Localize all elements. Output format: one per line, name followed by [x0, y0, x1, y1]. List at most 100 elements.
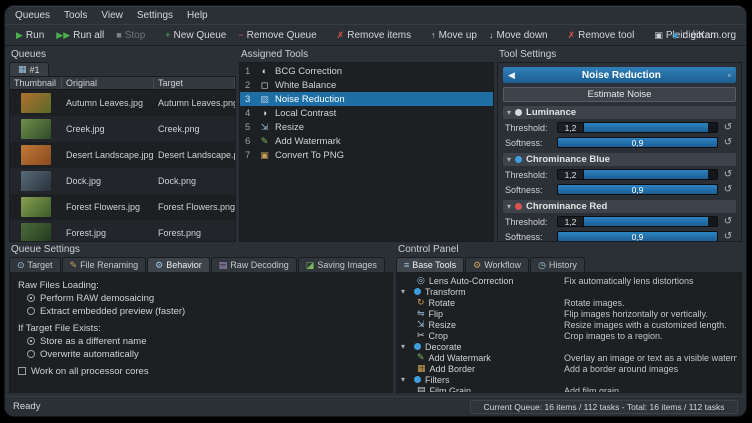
- queue-tab-1[interactable]: ▦ #1: [9, 62, 49, 76]
- column-header-target[interactable]: Target: [154, 77, 235, 89]
- expander-icon: ▾: [401, 342, 410, 351]
- luminance-threshold-slider[interactable]: 1,2: [557, 122, 718, 133]
- speaker-icon: ◀: [508, 71, 515, 80]
- queue-row-dock-jpg[interactable]: Dock.jpgDock.png: [10, 168, 235, 194]
- thumbnail-image: [21, 119, 51, 139]
- tool-row-bcg-correction[interactable]: 1◐BCG Correction: [240, 64, 493, 78]
- luminance-softness-label: Softness:: [505, 138, 553, 148]
- chrominance-red-threshold-slider[interactable]: 1,2: [557, 216, 718, 227]
- column-header-thumbnail[interactable]: Thumbnail: [10, 77, 62, 89]
- queue-row-desert-landscape-jpg[interactable]: Desert Landscape.jpgDesert Landscape.png: [10, 142, 235, 168]
- original-filename: Autumn Leaves.jpg: [62, 98, 154, 108]
- group-header-chrominance-red[interactable]: ▾Chrominance Red: [503, 200, 736, 213]
- tool-row-white-balance[interactable]: 2◻White Balance: [240, 78, 493, 92]
- tree-item-resize[interactable]: ⇲ResizeResize images with a customized l…: [401, 319, 737, 330]
- reset-icon[interactable]: ↺: [722, 123, 734, 133]
- run-all-button[interactable]: ▶▶Run all: [51, 28, 109, 43]
- queue-row-autumn-leaves-jpg[interactable]: Autumn Leaves.jpgAutumn Leaves.png: [10, 90, 235, 116]
- chrominance-blue-threshold-slider[interactable]: 1,2: [557, 169, 718, 180]
- menu-queues[interactable]: Queues: [15, 10, 50, 21]
- control-panel-tab-history[interactable]: ◷History: [530, 257, 585, 272]
- tree-item-film-grain[interactable]: ▤Film GrainAdd film grain: [401, 385, 737, 393]
- reset-icon[interactable]: ↺: [722, 217, 734, 227]
- control-panel: Control Panel ≡Base Tools⚙Workflow◷Histo…: [396, 244, 742, 393]
- column-header-original[interactable]: Original: [62, 77, 154, 89]
- thumbnail-cell: [10, 171, 62, 191]
- queue-settings-tab-behavior[interactable]: ⚙Behavior: [147, 257, 210, 272]
- radio-extract-embedded-preview-faster[interactable]: Extract embedded preview (faster): [18, 305, 384, 317]
- tree-group-filters[interactable]: ▾Filters: [401, 374, 737, 385]
- tree-item-flip[interactable]: ⇋FlipFlip images horizontally or vertica…: [401, 308, 737, 319]
- queue-settings-tab-raw-decoding[interactable]: ▤Raw Decoding: [211, 257, 297, 272]
- remove-tool-button[interactable]: ✗Remove tool: [563, 28, 640, 43]
- assigned-tools-panel: Assigned Tools 1◐BCG Correction2◻White B…: [239, 49, 494, 242]
- queue-tab-label: #1: [30, 65, 40, 75]
- luminance-threshold: Threshold: 1,2 ↺: [503, 121, 736, 134]
- tree-group-transform[interactable]: ▾Transform: [401, 286, 737, 297]
- tool-row-local-contrast[interactable]: 4◑Local Contrast: [240, 106, 493, 120]
- luminance-softness-slider[interactable]: 0,9: [557, 137, 718, 148]
- reset-icon[interactable]: ↺: [722, 138, 734, 148]
- estimate-noise-button[interactable]: Estimate Noise: [503, 87, 736, 102]
- convert-png-icon: ▣: [259, 151, 270, 160]
- queue-row-forest-jpg[interactable]: Forest.jpgForest.png: [10, 220, 235, 241]
- tree-item-lens-auto-correction[interactable]: ◎Lens Auto-CorrectionFix automatically l…: [401, 275, 737, 286]
- move-down-button[interactable]: ↓Move down: [484, 28, 553, 43]
- reset-icon[interactable]: ↺: [722, 170, 734, 180]
- group-name: Chrominance Red: [526, 201, 607, 212]
- tool-row-add-watermark[interactable]: 6✎Add Watermark: [240, 134, 493, 148]
- remove-queue-button[interactable]: −Remove Queue: [233, 28, 321, 43]
- menu-tools[interactable]: Tools: [64, 10, 87, 21]
- queue-settings-tab-target[interactable]: ⊙Target: [9, 257, 61, 272]
- queue-row-forest-flowers-jpg[interactable]: Forest Flowers.jpgForest Flowers.png: [10, 194, 235, 220]
- statusbar: Ready Current Queue: 16 items / 112 task…: [5, 396, 746, 416]
- section-label-if-target-file-exists: If Target File Exists:: [18, 322, 384, 334]
- control-panel-tab-workflow[interactable]: ⚙Workflow: [465, 257, 529, 272]
- queue-row-creek-jpg[interactable]: Creek.jpgCreek.png: [10, 116, 235, 142]
- checkbox-work-on-all-processor-cores[interactable]: Work on all processor cores: [18, 365, 384, 377]
- group-header-chrominance-blue[interactable]: ▾Chrominance Blue: [503, 153, 736, 166]
- tool-row-resize[interactable]: 5⇲Resize: [240, 120, 493, 134]
- control-panel-tab-base-tools[interactable]: ≡Base Tools: [396, 257, 464, 272]
- group-header-luminance[interactable]: ▾Luminance: [503, 106, 736, 119]
- run-button[interactable]: ▶Run: [11, 28, 49, 43]
- expander-icon: ▾: [401, 287, 410, 296]
- tree-item-rotate[interactable]: ↻RotateRotate images.: [401, 297, 737, 308]
- radio-store-as-a-different-name[interactable]: Store as a different name: [18, 335, 384, 347]
- tree-item-crop[interactable]: ✂CropCrop images to a region.: [401, 330, 737, 341]
- queue-settings-tab-saving-images[interactable]: ◪Saving Images: [298, 257, 385, 272]
- menu-settings[interactable]: Settings: [137, 10, 173, 21]
- radio-perform-raw-demosaicing[interactable]: Perform RAW demosaicing: [18, 292, 384, 304]
- tree-item-add-border[interactable]: ▦Add BorderAdd a border around images: [401, 363, 737, 374]
- tab-label: Raw Decoding: [230, 260, 289, 270]
- luminance-threshold-label: Threshold:: [505, 123, 553, 133]
- tree-node-description: Resize images with a customized length.: [564, 320, 737, 330]
- tree-item-add-watermark[interactable]: ✎Add WatermarkOverlay an image or text a…: [401, 352, 737, 363]
- group-name: Chrominance Blue: [526, 154, 610, 165]
- play-all-icon: ▶▶: [56, 31, 70, 40]
- tool-row-convert-to-png[interactable]: 7▣Convert To PNG: [240, 148, 493, 162]
- remove-items-button[interactable]: ✗Remove items: [332, 28, 416, 43]
- move-up-button[interactable]: ↑Move up: [426, 28, 482, 43]
- chrominance-red-softness-slider[interactable]: 0,9: [557, 231, 718, 242]
- tool-settings-title: Tool Settings: [497, 49, 742, 62]
- reset-icon[interactable]: ↺: [722, 185, 734, 195]
- lens-icon: ◎: [417, 276, 425, 285]
- tool-index: 6: [245, 136, 254, 147]
- menu-view[interactable]: View: [101, 10, 123, 21]
- original-filename: Forest Flowers.jpg: [62, 202, 154, 212]
- tree-node-name: ✎Add Watermark: [401, 353, 564, 363]
- tool-row-noise-reduction[interactable]: 3▨Noise Reduction: [240, 92, 493, 106]
- tree-group-decorate[interactable]: ▾Decorate: [401, 341, 737, 352]
- header-menu-icon[interactable]: ▫: [728, 71, 731, 80]
- radio-overwrite-automatically[interactable]: Overwrite automatically: [18, 348, 384, 360]
- chrominance-blue-icon: [515, 156, 522, 163]
- original-filename: Desert Landscape.jpg: [62, 150, 154, 160]
- brand-link[interactable]: ◈ digiKam.org: [672, 30, 740, 41]
- reset-icon[interactable]: ↺: [722, 232, 734, 242]
- film-grain-icon: ▤: [417, 386, 426, 393]
- menu-help[interactable]: Help: [187, 10, 208, 21]
- new-queue-button[interactable]: +New Queue: [160, 28, 231, 43]
- chrominance-blue-softness-slider[interactable]: 0,9: [557, 184, 718, 195]
- queue-settings-tab-file-renaming[interactable]: ✎File Renaming: [62, 257, 147, 272]
